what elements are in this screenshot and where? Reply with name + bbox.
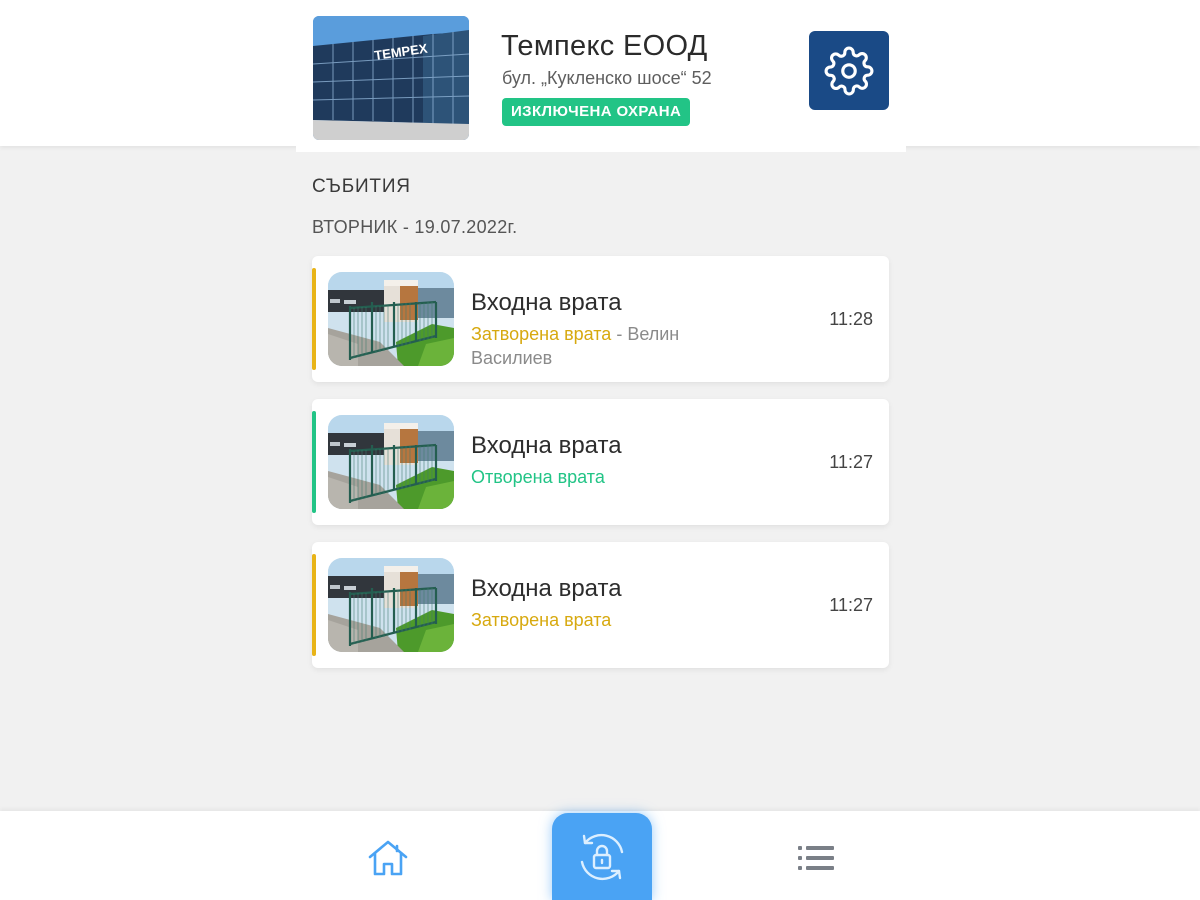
event-time: 11:28 [829,309,873,329]
event-separator: - [611,324,628,344]
event-status: Затворена врата [471,610,612,630]
events-date-label: ВТОРНИК - 19.07.2022г. [312,217,518,237]
event-title: Входна врата [471,432,622,459]
event-title: Входна врата [471,575,622,602]
site-address: бул. „Кукленско шосе“ 52 [502,68,712,88]
event-card[interactable]: Входна врата Затворена врата - Велин Вас… [312,256,889,382]
event-title: Входна врата [471,289,622,316]
event-description: Отворена врата [471,465,761,489]
events-section-title: СЪБИТИЯ [312,176,411,197]
status-badge: ИЗКЛЮЧЕНА ОХРАНА [502,98,691,126]
lock-cycle-icon [580,833,624,880]
event-time: 11:27 [829,595,873,615]
site-photo: TEMPEX [313,16,469,140]
event-accent-bar [312,554,316,656]
event-time: 11:27 [829,452,873,472]
event-thumbnail [328,415,454,509]
site-name: Темпекс ЕООД [501,30,708,62]
event-card[interactable]: Входна врата Отворена врата 11:27 [312,399,889,525]
nav-home-button[interactable] [366,838,410,878]
event-status: Затворена врата [471,324,612,344]
event-card[interactable]: Входна врата Затворена врата 11:27 [312,542,889,668]
event-thumbnail [328,272,454,366]
event-thumbnail [328,558,454,652]
event-description: Затворена врата - Велин Василиев [471,322,761,370]
event-accent-bar [312,268,316,370]
home-icon [368,840,408,876]
app-screen: TEMPEX Темпекс ЕООД бул. „Кукленско шосе… [0,0,1200,900]
event-status: Отворена врата [471,467,605,487]
settings-button[interactable] [809,31,889,110]
arm-disarm-button[interactable] [552,813,652,900]
event-accent-bar [312,411,316,513]
event-description: Затворена врата [471,608,761,632]
nav-list-button[interactable] [798,845,834,871]
gear-icon [824,46,874,95]
list-icon [798,846,834,870]
